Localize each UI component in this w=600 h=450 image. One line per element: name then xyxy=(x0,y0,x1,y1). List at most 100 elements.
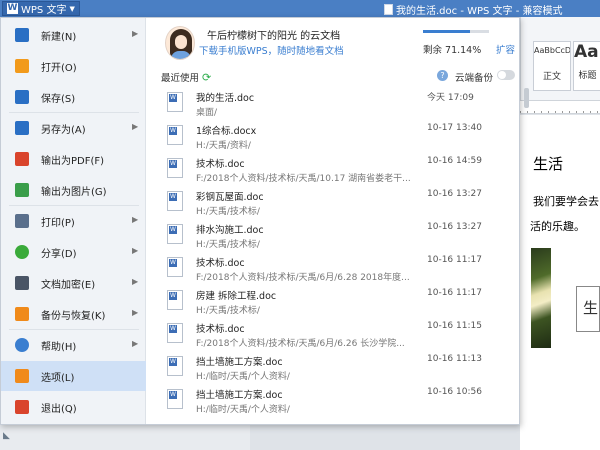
file-name: 排水沟施工.doc xyxy=(196,225,264,236)
chevron-right-icon: ▶ xyxy=(132,29,139,38)
menu-item-label: 分享(D) xyxy=(41,249,77,260)
menu-item-new-doc[interactable]: 新建(N) ▶ xyxy=(1,20,146,50)
refresh-icon[interactable]: ⟳ xyxy=(202,71,211,84)
recent-file-row[interactable]: 彩钢瓦屋面.doc H:/天禹/技术标/10-16 13:27 xyxy=(147,185,519,218)
storage-remaining: 剩余 71.14% xyxy=(423,45,482,56)
scrollbar-thumb[interactable] xyxy=(524,88,529,108)
recent-file-row[interactable]: 技术标.doc F:/2018个人资料/技术标/天禹/6月/6.26 长沙学院..… xyxy=(147,317,519,350)
file-date: 10-16 11:15 xyxy=(427,321,482,331)
file-name: 技术标.doc xyxy=(196,159,245,170)
wps-app-menu-button[interactable]: W WPS 文字 ▼ xyxy=(2,1,80,16)
download-mobile-link[interactable]: 下载手机版WPS，随时随地看文档 xyxy=(199,43,344,57)
chevron-right-icon: ▶ xyxy=(132,277,139,286)
document-title: 我的生活.doc - WPS 文字 - 兼容模式 xyxy=(396,6,563,17)
menu-item-image-export[interactable]: 输出为图片(G) xyxy=(1,175,146,205)
file-date: 10-16 13:27 xyxy=(427,222,482,232)
recent-label: 最近使用 xyxy=(161,73,200,84)
recent-file-row[interactable]: 挡土墙施工方案.doc H:/临时/天禹/个人资料/10-16 11:13 xyxy=(147,350,519,383)
expand-storage-link[interactable]: 扩容 xyxy=(496,42,515,56)
chevron-right-icon: ▶ xyxy=(132,215,139,224)
style-normal[interactable]: AaBbCcDd 正文 xyxy=(533,41,571,91)
user-avatar[interactable] xyxy=(165,26,195,60)
recent-file-row[interactable]: 挡土墙施工方案.doc H:/临时/天禹/个人资料/10-16 10:56 xyxy=(147,383,519,416)
file-name: 技术标.doc xyxy=(196,324,245,335)
save-icon xyxy=(15,90,29,104)
cloud-docs-title[interactable]: 午后柠檬树下的阳光 的云文档 xyxy=(207,27,340,42)
style-name: 标题 xyxy=(578,71,597,81)
recent-file-row[interactable]: 我的生活.doc 桌面/今天 17:09 xyxy=(147,86,519,119)
recent-file-row[interactable]: 技术标.doc F:/2018个人资料/技术标/天禹/6月/6.28 2018年度… xyxy=(147,251,519,284)
document-image[interactable] xyxy=(531,248,551,348)
word-doc-icon xyxy=(167,323,183,343)
file-name: 我的生活.doc xyxy=(196,93,255,104)
menu-item-label: 新建(N) xyxy=(41,32,77,43)
question-icon[interactable]: ? xyxy=(437,70,448,81)
menu-item-pdf[interactable]: 输出为PDF(F) xyxy=(1,144,146,174)
file-date: 10-17 13:40 xyxy=(427,123,482,133)
word-doc-icon xyxy=(167,290,183,310)
chevron-down-icon: ▼ xyxy=(69,4,75,13)
menu-item-lock[interactable]: 文档加密(E) ▶ xyxy=(1,268,146,298)
folder-icon xyxy=(15,59,29,73)
menu-item-label: 帮助(H) xyxy=(41,342,77,353)
document-textbox[interactable]: 生 xyxy=(576,286,600,332)
menu-item-save[interactable]: 保存(S) xyxy=(1,82,146,112)
menu-item-label: 保存(S) xyxy=(41,94,76,105)
file-menu-panel: 新建(N) ▶ 打开(O) 保存(S) 另存为(A) ▶ 输出为PDF(F) 输出为图片(G)… xyxy=(0,17,529,425)
file-path: H:/天禹/技术标/ xyxy=(196,240,260,250)
word-doc-icon xyxy=(167,92,183,112)
pdf-icon xyxy=(15,152,29,166)
word-doc-icon xyxy=(167,389,183,409)
lock-icon xyxy=(15,276,29,290)
word-doc-icon xyxy=(167,191,183,211)
chevron-right-icon: ▶ xyxy=(132,308,139,317)
exit-icon xyxy=(15,400,29,414)
backup-icon xyxy=(15,307,29,321)
title-bar: W WPS 文字 ▼ 我的生活.doc - WPS 文字 - 兼容模式 xyxy=(0,0,600,17)
page-marker: ◣ xyxy=(3,431,10,441)
menu-item-label: 文档加密(E) xyxy=(41,280,96,291)
file-date: 10-16 11:17 xyxy=(427,288,482,298)
doc-heading-text: 生活 xyxy=(533,155,564,173)
menu-item-help[interactable]: 帮助(H) ▶ xyxy=(1,330,146,360)
menu-item-label: 打印(P) xyxy=(41,218,75,229)
file-path: H:/临时/天禹/个人资料/ xyxy=(196,405,290,415)
file-path: H:/天禹/技术标/ xyxy=(196,207,260,217)
cloud-backup-toggle[interactable] xyxy=(497,70,515,80)
menu-item-gear[interactable]: 选项(L) xyxy=(1,361,146,391)
file-path: F:/2018个人资料/技术标/天禹/6月/6.28 2018年度... xyxy=(196,273,410,283)
file-path: H:/天禹/技术标/ xyxy=(196,306,260,316)
style-heading[interactable]: Aal 标题 xyxy=(573,41,600,91)
file-date: 今天 17:09 xyxy=(427,93,474,103)
word-doc-icon xyxy=(167,224,183,244)
document-icon xyxy=(384,4,393,15)
style-sample: Aal xyxy=(574,42,600,62)
file-path: H:/天禹/资料/ xyxy=(196,141,251,151)
recent-file-row[interactable]: 1综合标.docx H:/天禹/资料/10-17 13:40 xyxy=(147,119,519,152)
app-name: WPS 文字 xyxy=(21,5,67,16)
file-date: 10-16 11:17 xyxy=(427,255,482,265)
menu-item-label: 输出为PDF(F) xyxy=(41,156,105,167)
recent-file-list: 我的生活.doc 桌面/今天 17:09 1综合标.docx H:/天禹/资料/10-… xyxy=(147,86,519,424)
storage-progress-bar xyxy=(423,30,489,33)
horizontal-ruler xyxy=(520,100,600,114)
file-path: H:/临时/天禹/个人资料/ xyxy=(196,372,290,382)
gear-icon xyxy=(15,369,29,383)
recent-file-row[interactable]: 房建 拆除工程.doc H:/天禹/技术标/10-16 11:17 xyxy=(147,284,519,317)
menu-item-printer[interactable]: 打印(P) ▶ xyxy=(1,206,146,236)
menu-item-save-as[interactable]: 另存为(A) ▶ xyxy=(1,113,146,143)
menu-item-share[interactable]: 分享(D) ▶ xyxy=(1,237,146,267)
doc-body-text: 活的乐趣。 xyxy=(530,220,585,233)
menu-item-folder[interactable]: 打开(O) xyxy=(1,51,146,81)
help-icon xyxy=(15,338,29,352)
window-title: 我的生活.doc - WPS 文字 - 兼容模式 xyxy=(384,2,563,17)
menu-item-exit[interactable]: 退出(Q) xyxy=(1,392,146,422)
share-icon xyxy=(15,245,29,259)
chevron-right-icon: ▶ xyxy=(132,339,139,348)
cloud-backup-label: 云端备份 xyxy=(455,73,494,84)
file-date: 10-16 14:59 xyxy=(427,156,482,166)
menu-item-backup[interactable]: 备份与恢复(K) ▶ xyxy=(1,299,146,329)
recent-file-row[interactable]: 排水沟施工.doc H:/天禹/技术标/10-16 13:27 xyxy=(147,218,519,251)
recent-file-row[interactable]: 技术标.doc F:/2018个人资料/技术标/天禹/10.17 湖南省娄老干..… xyxy=(147,152,519,185)
storage-progress-fill xyxy=(423,30,470,33)
